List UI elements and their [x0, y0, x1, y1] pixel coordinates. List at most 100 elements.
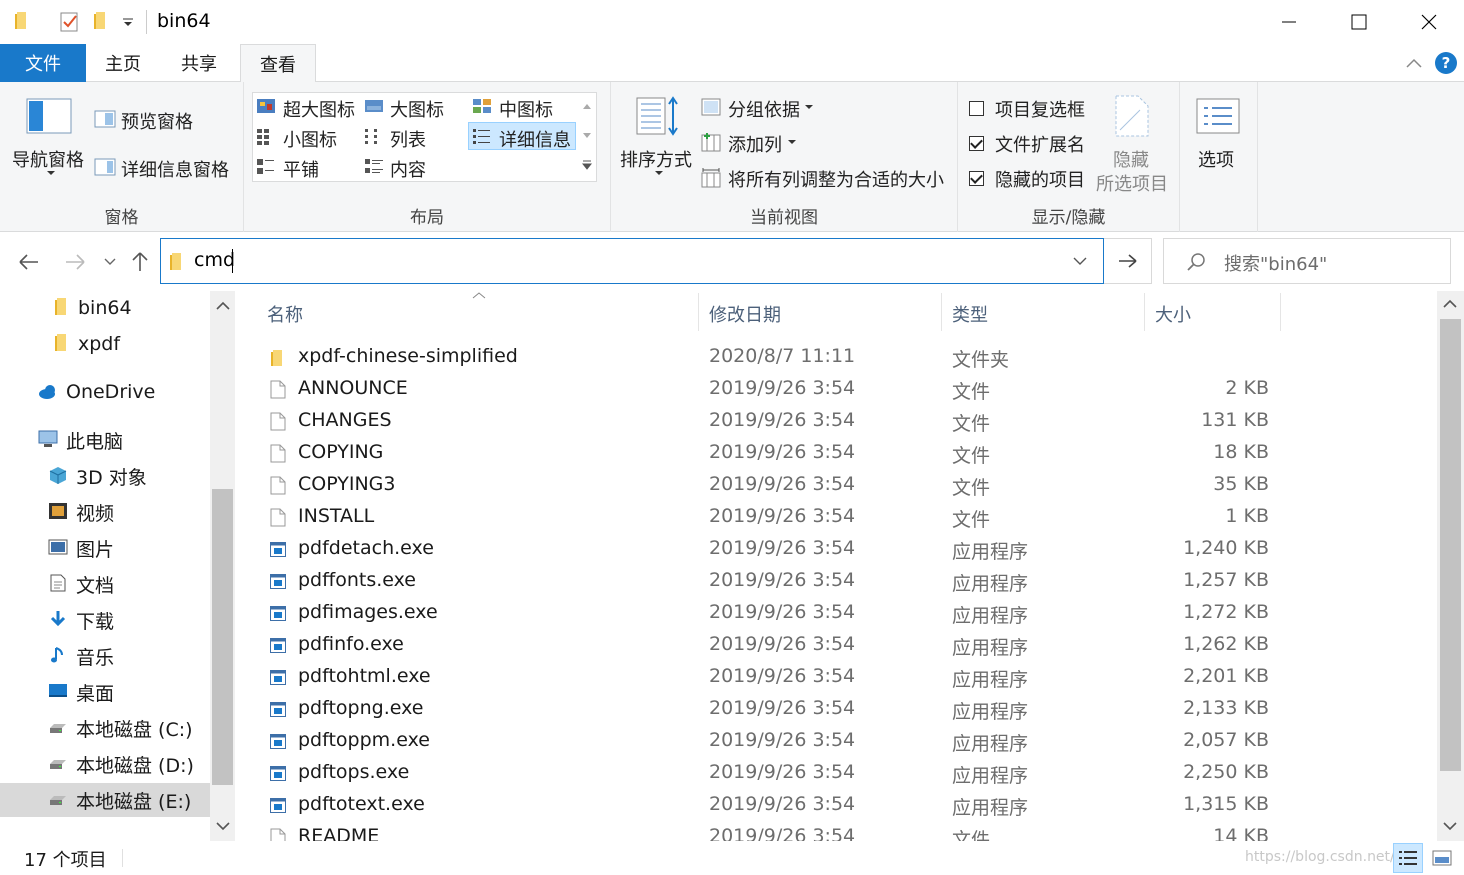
hidden-items-checkbox[interactable]	[969, 171, 984, 186]
table-row[interactable]: pdftotext.exe 2019/9/26 3:54 应用程序 1,315 KB	[240, 789, 1436, 821]
details-pane-button[interactable]: 详细信息窗格	[121, 156, 229, 182]
table-row[interactable]: pdftopng.exe 2019/9/26 3:54 应用程序 2,133 KB	[240, 693, 1436, 725]
scroll-down-icon[interactable]	[216, 821, 230, 831]
minimize-button[interactable]	[1254, 0, 1324, 44]
options-button[interactable]: 选项	[1198, 146, 1234, 172]
column-header-date[interactable]: 修改日期	[709, 301, 781, 327]
nav-item[interactable]: 3D 对象	[0, 459, 210, 493]
column-header-name[interactable]: 名称	[267, 301, 303, 327]
recent-locations-icon[interactable]	[104, 258, 116, 266]
chevron-up-icon[interactable]	[1405, 57, 1423, 69]
list-scroll-thumb[interactable]	[1440, 319, 1461, 771]
nav-item[interactable]: OneDrive	[0, 375, 210, 409]
tab-file[interactable]: 文件	[0, 44, 86, 82]
table-row[interactable]: COPYING 2019/9/26 3:54 文件 18 KB	[240, 437, 1436, 469]
nav-pane-button[interactable]: 导航窗格	[12, 146, 84, 172]
scroll-up-icon[interactable]	[216, 301, 230, 311]
maximize-button[interactable]	[1324, 0, 1394, 44]
file-extensions-label[interactable]: 文件扩展名	[995, 131, 1085, 157]
table-row[interactable]: INSTALL 2019/9/26 3:54 文件 1 KB	[240, 501, 1436, 533]
scroll-up-icon[interactable]	[1443, 299, 1457, 309]
new-folder-icon[interactable]	[93, 11, 111, 31]
table-row[interactable]: CHANGES 2019/9/26 3:54 文件 131 KB	[240, 405, 1436, 437]
table-row[interactable]: pdffonts.exe 2019/9/26 3:54 应用程序 1,257 KB	[240, 565, 1436, 597]
table-row[interactable]: COPYING3 2019/9/26 3:54 文件 35 KB	[240, 469, 1436, 501]
chevron-down-icon[interactable]	[1073, 257, 1087, 267]
item-checkboxes-label[interactable]: 项目复选框	[995, 96, 1085, 122]
table-row[interactable]: pdfimages.exe 2019/9/26 3:54 应用程序 1,272 KB	[240, 597, 1436, 629]
item-checkboxes-checkbox[interactable]	[969, 101, 984, 116]
nav-item[interactable]: 视频	[0, 495, 210, 529]
tab-share[interactable]: 共享	[168, 44, 230, 82]
file-date: 2019/9/26 3:54	[709, 601, 856, 623]
nav-item[interactable]: 桌面	[0, 675, 210, 709]
size-all-columns-button[interactable]: 将所有列调整为合适的大小	[728, 166, 944, 192]
layout-medium[interactable]: 中图标	[499, 96, 553, 122]
nav-item[interactable]: 图片	[0, 531, 210, 565]
file-type: 文件	[952, 509, 991, 531]
details-view-button[interactable]	[1393, 843, 1423, 873]
nav-item[interactable]: 音乐	[0, 639, 210, 673]
add-columns-button[interactable]: 添加列	[728, 131, 782, 157]
table-row[interactable]: ANNOUNCE 2019/9/26 3:54 文件 2 KB	[240, 373, 1436, 405]
up-arrow-icon[interactable]	[131, 250, 149, 272]
preview-pane-button[interactable]: 预览窗格	[121, 108, 193, 134]
table-row[interactable]: pdftohtml.exe 2019/9/26 3:54 应用程序 2,201 KB	[240, 661, 1436, 693]
go-button[interactable]	[1104, 238, 1152, 284]
customize-toolbar-icon[interactable]	[122, 18, 134, 28]
large-icons-view-button[interactable]	[1427, 843, 1457, 873]
tab-view[interactable]: 查看	[240, 44, 316, 83]
nav-item[interactable]: 本地磁盘 (D:)	[0, 747, 210, 781]
nav-item-label: 文档	[76, 574, 115, 597]
nav-item[interactable]: 下载	[0, 603, 210, 637]
properties-icon[interactable]	[60, 11, 80, 33]
hidden-items-label[interactable]: 隐藏的项目	[995, 166, 1085, 192]
column-header-size[interactable]: 大小	[1155, 301, 1191, 327]
layout-tiles[interactable]: 平铺	[283, 156, 319, 182]
layout-small[interactable]: 小图标	[283, 126, 337, 152]
file-list-scrollbar[interactable]	[1437, 291, 1464, 841]
layout-extra-large[interactable]: 超大图标	[283, 96, 355, 122]
address-text[interactable]: cmd	[194, 249, 235, 271]
sort-by-button[interactable]: 排序方式	[620, 146, 692, 172]
search-box[interactable]: 搜索"bin64"	[1163, 238, 1451, 284]
scroll-down-icon[interactable]	[1443, 821, 1457, 831]
gallery-up-icon[interactable]	[582, 102, 592, 110]
gallery-down-icon[interactable]	[582, 132, 592, 140]
column-divider[interactable]	[698, 293, 699, 331]
close-button[interactable]	[1394, 0, 1464, 44]
help-icon[interactable]: ?	[1435, 52, 1457, 74]
file-extensions-checkbox[interactable]	[969, 136, 984, 151]
table-row[interactable]: pdfinfo.exe 2019/9/26 3:54 应用程序 1,262 KB	[240, 629, 1436, 661]
layout-content[interactable]: 内容	[390, 156, 426, 182]
layout-large[interactable]: 大图标	[390, 96, 444, 122]
table-row[interactable]: README 2019/9/26 3:54 文件 14 KB	[240, 821, 1436, 841]
column-divider[interactable]	[941, 293, 942, 331]
forward-arrow-icon[interactable]	[64, 253, 86, 271]
table-row[interactable]: pdfdetach.exe 2019/9/26 3:54 应用程序 1,240 KB	[240, 533, 1436, 565]
column-divider[interactable]	[1144, 293, 1145, 331]
nav-item[interactable]: 本地磁盘 (C:)	[0, 711, 210, 745]
back-arrow-icon[interactable]	[18, 253, 40, 271]
file-date: 2019/9/26 3:54	[709, 441, 856, 463]
group-by-button[interactable]: 分组依据	[728, 96, 800, 122]
table-row[interactable]: pdftops.exe 2019/9/26 3:54 应用程序 2,250 KB	[240, 757, 1436, 789]
nav-item[interactable]: bin64	[0, 291, 210, 325]
nav-item[interactable]: 本地磁盘 (E:)	[0, 783, 210, 817]
tab-home[interactable]: 主页	[92, 44, 154, 82]
gallery-more-icon[interactable]	[582, 160, 592, 170]
nav-item[interactable]: xpdf	[0, 327, 210, 361]
application-icon	[270, 766, 286, 781]
nav-item[interactable]: 此电脑	[0, 423, 210, 457]
table-row[interactable]: xpdf-chinese-simplified 2020/8/7 11:11 文件夹	[240, 341, 1436, 373]
nav-scrollbar[interactable]	[210, 291, 235, 841]
column-header-type[interactable]: 类型	[952, 301, 988, 327]
nav-item[interactable]: 文档	[0, 567, 210, 601]
column-divider[interactable]	[1280, 293, 1281, 331]
nav-scroll-thumb[interactable]	[212, 489, 233, 785]
layout-details[interactable]: 详细信息	[499, 126, 571, 152]
file-name: pdftopng.exe	[298, 697, 424, 719]
layout-list[interactable]: 列表	[390, 126, 426, 152]
address-input[interactable]: cmd	[160, 238, 1104, 284]
table-row[interactable]: pdftoppm.exe 2019/9/26 3:54 应用程序 2,057 KB	[240, 725, 1436, 757]
